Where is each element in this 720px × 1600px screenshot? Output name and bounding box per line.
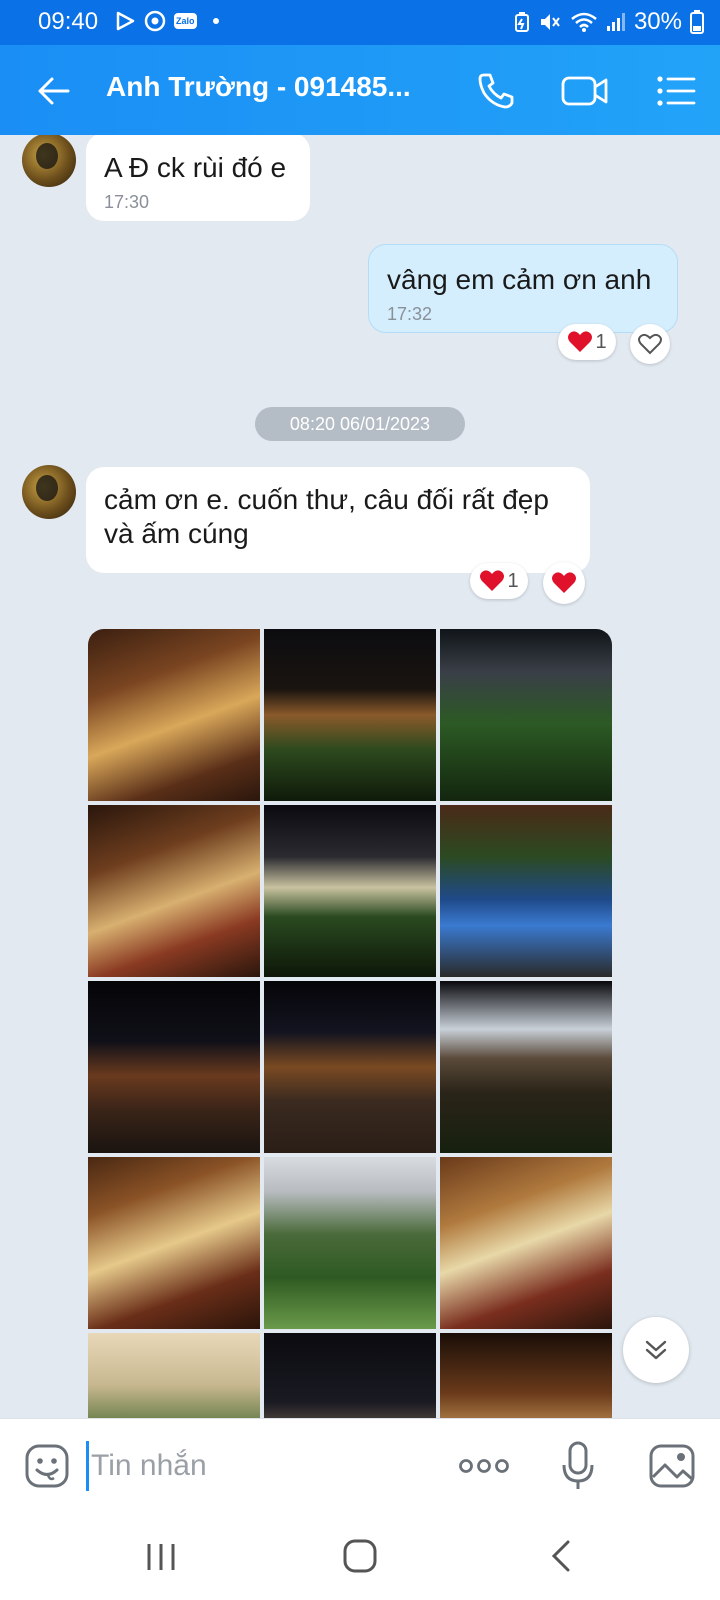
heart-icon <box>480 570 505 591</box>
photo-thumbnail[interactable] <box>264 805 436 977</box>
react-button[interactable] <box>543 562 585 604</box>
react-button[interactable] <box>630 324 670 364</box>
chrome-icon <box>144 10 166 32</box>
chat-header: Anh Trường - 091485... <box>0 45 720 135</box>
photo-thumbnail[interactable] <box>440 981 612 1153</box>
message-bubble-incoming[interactable]: A Đ ck rùi đó e 17:30 <box>86 135 310 221</box>
video-call-icon[interactable] <box>560 69 610 113</box>
heart-filled-icon <box>552 572 576 593</box>
phone-icon[interactable] <box>474 69 518 113</box>
photo-thumbnail[interactable] <box>440 1333 612 1418</box>
status-bar: 09:40 Zalo 30% <box>0 0 720 45</box>
more-icon[interactable] <box>458 1449 510 1483</box>
recent-apps-icon[interactable] <box>144 1540 178 1574</box>
heart-icon <box>568 331 593 352</box>
microphone-icon[interactable] <box>560 1441 596 1491</box>
message-text: vâng em cảm ơn anh <box>387 264 652 295</box>
photo-thumbnail[interactable] <box>264 1333 436 1418</box>
photo-thumbnail[interactable] <box>440 1157 612 1329</box>
photo-thumbnail[interactable] <box>440 629 612 801</box>
message-bubble-outgoing[interactable]: vâng em cảm ơn anh 17:32 <box>368 244 678 333</box>
message-time: 17:30 <box>104 192 150 212</box>
photo-thumbnail[interactable] <box>88 805 260 977</box>
mute-icon <box>540 14 560 30</box>
home-icon[interactable] <box>342 1538 378 1574</box>
double-chevron-down-icon <box>645 1340 667 1360</box>
reaction-count-badge[interactable]: 1 <box>558 324 616 360</box>
chat-messages[interactable]: A Đ ck rùi đó e 17:30 vâng em cảm ơn anh… <box>0 135 720 1418</box>
emoji-icon[interactable] <box>24 1443 70 1489</box>
photo-thumbnail[interactable] <box>88 1333 260 1418</box>
scroll-to-bottom-button[interactable] <box>623 1317 689 1383</box>
reaction-count-badge[interactable]: 1 <box>470 563 528 599</box>
list-menu-icon[interactable] <box>654 69 698 113</box>
zalo-icon: Zalo <box>174 13 197 29</box>
battery-saver-icon <box>514 12 529 32</box>
image-icon[interactable] <box>648 1443 696 1489</box>
system-nav-bar <box>0 1514 720 1600</box>
chat-title[interactable]: Anh Trường - 091485... <box>106 71 411 103</box>
status-notification-icons: Zalo <box>114 10 219 32</box>
battery-icon <box>690 10 704 34</box>
photo-thumbnail[interactable] <box>88 1157 260 1329</box>
message-input[interactable] <box>86 1441 426 1491</box>
message-text: A Đ ck rùi đó e <box>104 152 287 183</box>
photo-thumbnail[interactable] <box>264 629 436 801</box>
message-input-bar <box>0 1418 720 1514</box>
avatar[interactable] <box>22 135 76 187</box>
photo-thumbnail[interactable] <box>264 981 436 1153</box>
battery-percent: 30% <box>633 8 682 35</box>
back-arrow-icon[interactable] <box>30 69 74 113</box>
status-system-icons: 30% <box>514 8 704 36</box>
wifi-icon <box>571 12 597 32</box>
message-text: cảm ơn e. cuốn thư, câu đối rất đẹp và ấ… <box>104 484 549 549</box>
status-time: 09:40 <box>38 8 99 35</box>
photo-thumbnail[interactable] <box>88 981 260 1153</box>
play-icon <box>116 11 135 31</box>
message-time: 17:32 <box>387 304 433 324</box>
dot-icon <box>212 18 219 24</box>
reaction-count: 1 <box>595 330 607 353</box>
photo-thumbnail[interactable] <box>88 629 260 801</box>
reaction-count: 1 <box>507 569 519 592</box>
message-bubble-incoming[interactable]: cảm ơn e. cuốn thư, câu đối rất đẹp và ấ… <box>86 467 590 573</box>
date-divider: 08:20 06/01/2023 <box>255 407 465 441</box>
heart-outline-icon <box>638 333 662 355</box>
photo-thumbnail[interactable] <box>440 805 612 977</box>
signal-icon <box>606 13 625 31</box>
photo-thumbnail[interactable] <box>264 1157 436 1329</box>
avatar[interactable] <box>22 465 76 519</box>
back-icon[interactable] <box>546 1538 576 1574</box>
